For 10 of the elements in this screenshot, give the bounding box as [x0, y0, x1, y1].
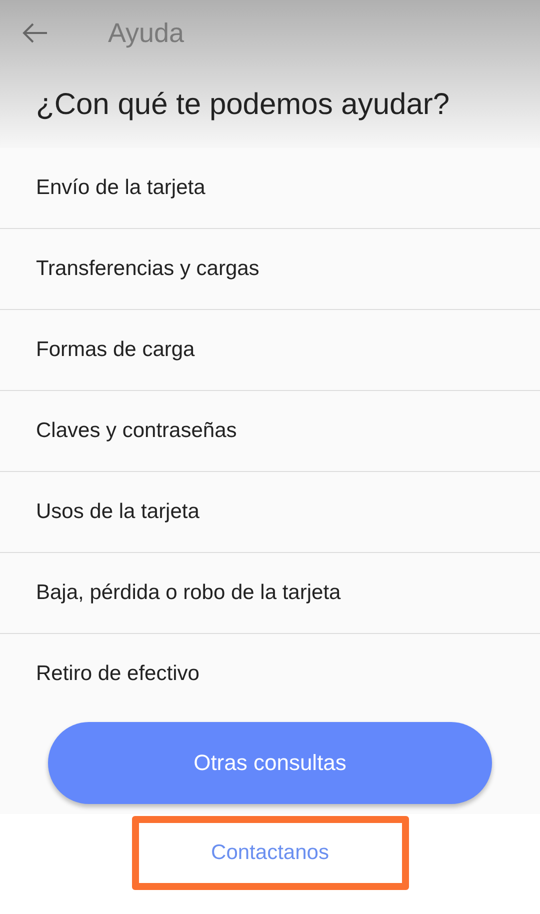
page-heading: ¿Con qué te podemos ayudar?: [36, 88, 451, 122]
help-topic-item[interactable]: Claves y contraseñas: [0, 391, 540, 472]
back-arrow-icon[interactable]: [22, 23, 48, 43]
help-topic-item[interactable]: Envío de la tarjeta: [0, 148, 540, 229]
help-topic-item[interactable]: Baja, pérdida o robo de la tarjeta: [0, 553, 540, 634]
screen-title: Ayuda: [108, 18, 184, 48]
help-topic-item[interactable]: Transferencias y cargas: [0, 229, 540, 310]
help-topic-item[interactable]: Retiro de efectivo: [0, 634, 540, 714]
help-topic-item[interactable]: Formas de carga: [0, 310, 540, 391]
help-topic-item[interactable]: Usos de la tarjeta: [0, 472, 540, 553]
